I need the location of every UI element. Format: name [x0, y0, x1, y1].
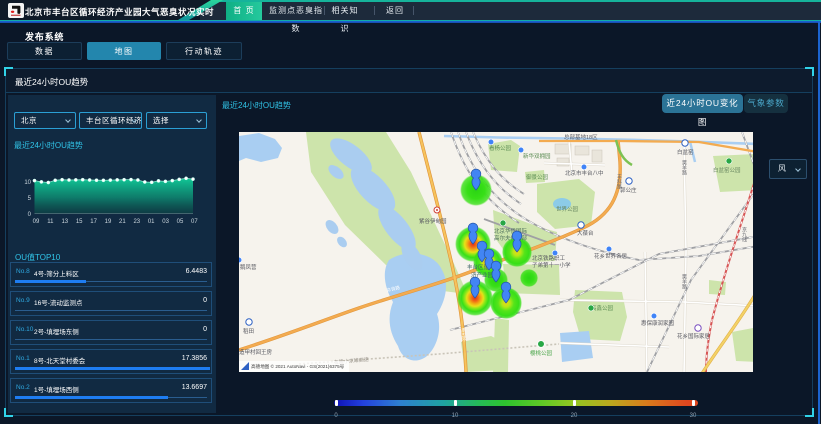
svg-text:0: 0: [28, 212, 32, 218]
svg-text:北京市丰台八中: 北京市丰台八中: [565, 169, 604, 177]
svg-text:白盆窑公园: 白盆窑公园: [713, 166, 741, 174]
svg-text:看杨公园: 看杨公园: [489, 144, 512, 152]
svg-text:樊羊路: 樊羊路: [681, 159, 687, 176]
svg-text:05: 05: [177, 219, 184, 225]
svg-text:大葆台: 大葆台: [577, 229, 594, 237]
svg-text:郭公庄: 郭公庄: [620, 186, 637, 194]
svg-text:紫谷伊甸园: 紫谷伊甸园: [419, 217, 447, 225]
svg-text:花乡国际家居: 花乡国际家居: [677, 332, 711, 340]
svg-text:新华双拥园: 新华双拥园: [523, 152, 551, 160]
svg-text:10: 10: [24, 180, 31, 186]
svg-text:京九线: 京九线: [741, 226, 747, 242]
svg-text:21: 21: [119, 219, 126, 225]
svg-text:丰科路: 丰科路: [616, 173, 622, 190]
svg-text:世界公园: 世界公园: [556, 205, 579, 213]
svg-text:23: 23: [133, 219, 140, 225]
svg-text:高尔夫俱乐部: 高尔夫俱乐部: [494, 234, 528, 242]
svg-text:鹅凤营: 鹅凤营: [240, 263, 257, 271]
svg-text:高德地图 © 2021 AutoNavi - GS(2021: 高德地图 © 2021 AutoNavi - GS(2021)6375号: [251, 363, 345, 370]
svg-text:樊羊路: 樊羊路: [681, 273, 687, 290]
svg-text:白盆窑: 白盆窑: [677, 148, 694, 156]
svg-text:07: 07: [191, 219, 198, 225]
svg-text:花乡世界名居: 花乡世界名居: [594, 252, 628, 260]
svg-text:17: 17: [90, 219, 97, 225]
svg-text:子弟第十一小学: 子弟第十一小学: [532, 261, 571, 269]
svg-text:高鑫公园: 高鑫公园: [591, 304, 614, 312]
svg-text:北京铁路职工: 北京铁路职工: [532, 254, 566, 262]
svg-text:惠保康润家园: 惠保康润家园: [641, 319, 675, 327]
svg-text:11: 11: [47, 219, 54, 225]
svg-text:南五环: 南五环: [461, 327, 467, 343]
svg-text:09: 09: [33, 219, 40, 225]
svg-text:15: 15: [76, 219, 83, 225]
svg-text:03: 03: [162, 219, 169, 225]
svg-text:5: 5: [28, 196, 32, 202]
svg-text:樱桃公园: 樱桃公园: [530, 349, 553, 357]
svg-text:御景公园: 御景公园: [526, 173, 549, 181]
svg-text:13: 13: [61, 219, 68, 225]
svg-text:稻田: 稻田: [243, 327, 254, 335]
svg-text:19: 19: [105, 219, 112, 225]
svg-text:造甲村回王房: 造甲村回王房: [239, 348, 273, 356]
svg-text:01: 01: [148, 219, 155, 225]
svg-text:北京华侨国际: 北京华侨国际: [494, 227, 528, 235]
svg-text:总部基地18区: 总部基地18区: [564, 133, 598, 141]
